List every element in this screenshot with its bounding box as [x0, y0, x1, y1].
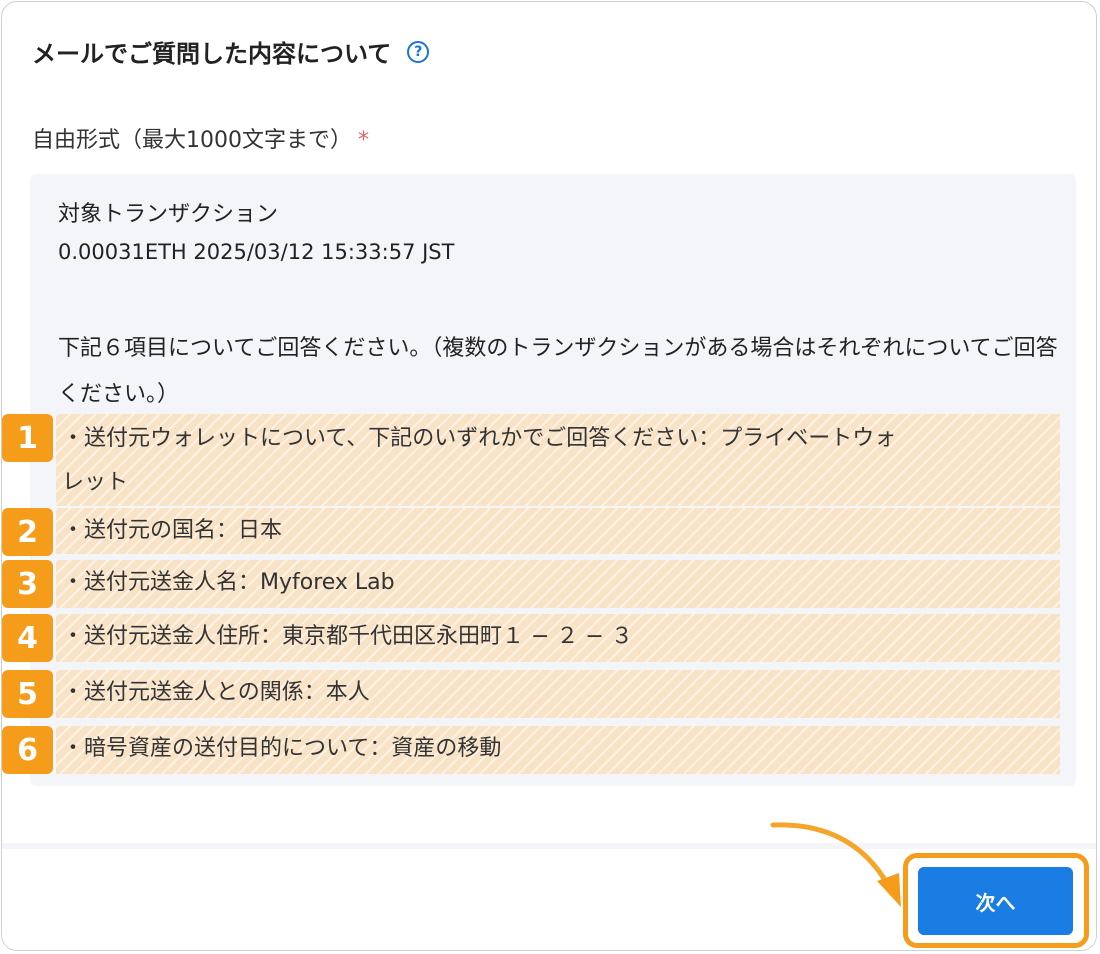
- item-2-text: ・送付元の国名：日本: [62, 518, 283, 543]
- dialog-title: メールでご質問した内容について ?: [32, 34, 430, 69]
- badge-4: 4: [2, 614, 53, 662]
- item-3-text: ・送付元送金人名：Myforex Lab: [62, 570, 395, 595]
- highlight-item-3: ・送付元送金人名：Myforex Lab: [56, 560, 1060, 608]
- field-label: 自由形式（最大1000文字まで） *: [32, 122, 369, 154]
- highlight-item-1: ・送付元ウォレットについて、下記のいずれかでご回答ください：プライベートウォ レ…: [56, 414, 1060, 506]
- content-line-1: 対象トランザクション: [58, 202, 279, 227]
- badge-3: 3: [2, 560, 53, 608]
- pointer-arrow-icon: [770, 822, 901, 907]
- required-mark: *: [358, 128, 369, 153]
- item-4-text: ・送付元送金人住所：東京都千代田区永田町１ − ２ − ３: [62, 624, 633, 649]
- content-intro: 下記６項目についてご回答ください。（複数のトランザクションがある場合はそれぞれに…: [58, 336, 1058, 407]
- dialog: メールでご質問した内容について ? 自由形式（最大1000文字まで） * 対象トラ…: [1, 1, 1097, 951]
- badge-1: 1: [2, 414, 53, 462]
- item-1-text-b: レット: [62, 470, 129, 495]
- highlight-item-6: ・暗号資産の送付目的について：資産の移動: [56, 726, 1060, 774]
- highlight-item-5: ・送付元送金人との関係：本人: [56, 670, 1060, 718]
- field-label-text: 自由形式（最大1000文字まで）: [32, 128, 352, 153]
- badge-5: 5: [2, 670, 53, 718]
- item-6-text: ・暗号資産の送付目的について：資産の移動: [62, 736, 502, 761]
- item-1-text-a: ・送付元ウォレットについて、下記のいずれかでご回答ください：プライベートウォ: [62, 426, 897, 451]
- highlight-item-2: ・送付元の国名：日本: [56, 508, 1060, 554]
- content-line-2: 0.00031ETH 2025/03/12 15:33:57 JST: [58, 240, 455, 264]
- question-circle-icon[interactable]: ?: [407, 40, 430, 63]
- dialog-title-text: メールでご質問した内容について: [32, 40, 392, 68]
- badge-6: 6: [2, 726, 53, 774]
- highlight-item-4: ・送付元送金人住所：東京都千代田区永田町１ − ２ − ３: [56, 614, 1060, 662]
- badge-2: 2: [2, 508, 53, 556]
- next-button[interactable]: 次へ: [918, 867, 1073, 935]
- item-5-text: ・送付元送金人との関係：本人: [62, 680, 370, 705]
